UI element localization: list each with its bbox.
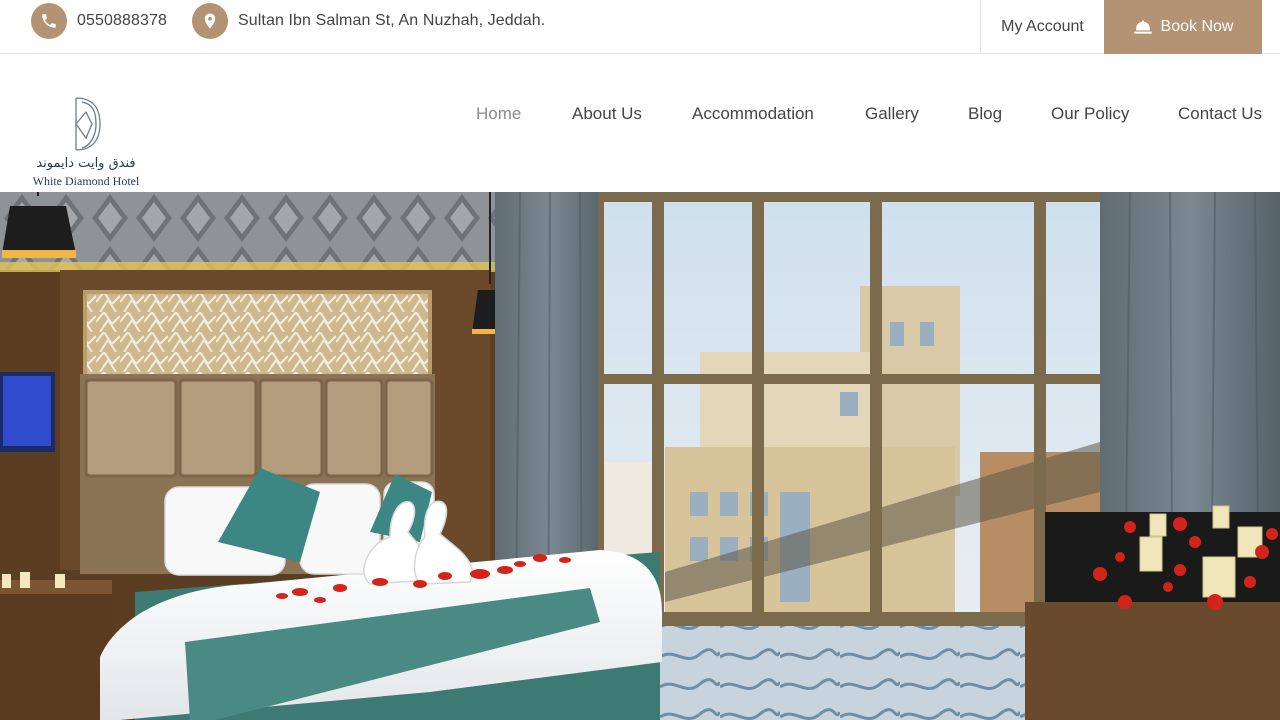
nav-about-us[interactable]: About Us <box>572 104 642 130</box>
phone-contact[interactable]: 0550888378 <box>31 3 167 39</box>
location-pin-icon <box>192 3 228 39</box>
phone-icon <box>31 3 67 39</box>
address-text: Sultan Ibn Salman St, An Nuzhah, Jeddah. <box>238 12 546 29</box>
nav-blog[interactable]: Blog <box>968 104 1002 130</box>
book-now-label: Book Now <box>1160 18 1234 35</box>
nav-home[interactable]: Home <box>476 104 521 130</box>
book-now-button[interactable]: Book Now <box>1104 0 1262 54</box>
diamond-logo-icon <box>75 97 101 151</box>
nav-accommodation[interactable]: Accommodation <box>692 104 814 130</box>
top-bar: 0550888378 Sultan Ibn Salman St, An Nuzh… <box>0 0 1280 54</box>
phone-number: 0550888378 <box>77 12 167 29</box>
nav-gallery[interactable]: Gallery <box>865 104 919 130</box>
logo-arabic-name: فندق وايت دايموند <box>36 156 136 171</box>
nav-our-policy[interactable]: Our Policy <box>1051 104 1129 130</box>
hotel-room-image <box>0 192 1280 720</box>
bell-icon <box>1133 20 1152 34</box>
hero-banner <box>0 192 1280 720</box>
hotel-logo[interactable]: فندق وايت دايموند White Diamond Hotel <box>30 94 142 190</box>
main-header: فندق وايت دايموند White Diamond Hotel Ho… <box>0 54 1280 192</box>
address-contact[interactable]: Sultan Ibn Salman St, An Nuzhah, Jeddah. <box>192 3 545 39</box>
logo-english-name: White Diamond Hotel <box>32 174 140 188</box>
nav-contact-us[interactable]: Contact Us <box>1178 104 1262 130</box>
my-account-link[interactable]: My Account <box>980 0 1104 54</box>
